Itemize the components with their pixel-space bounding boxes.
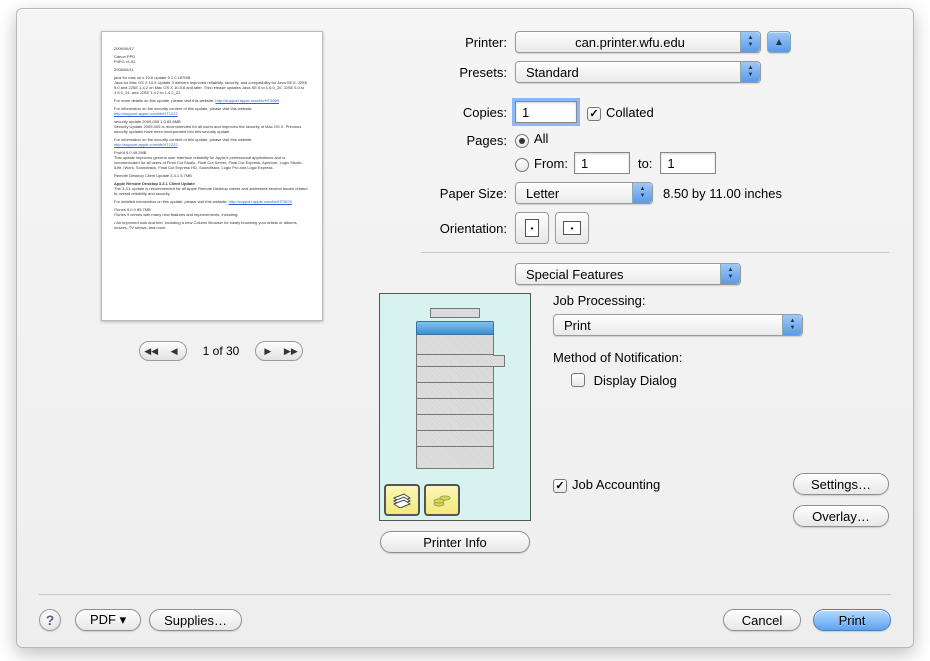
orientation-label: Orientation: — [421, 221, 515, 236]
collapse-toggle-button[interactable]: ▲ — [767, 31, 791, 53]
preview-page: 2006/06/17 Canon PPDPriPG v1.81 2006/06/… — [101, 31, 323, 321]
preview-next-last[interactable]: ▶▶▶ — [255, 341, 303, 361]
preview-page-indicator: 1 of 30 — [203, 344, 240, 358]
display-dialog-label: Display Dialog — [594, 373, 677, 388]
orientation-portrait-button[interactable] — [515, 212, 549, 244]
collated-checkbox[interactable] — [587, 107, 601, 121]
display-dialog-checkbox[interactable] — [571, 373, 585, 387]
paper-stack-icon — [384, 484, 420, 516]
job-processing-select[interactable]: Print — [553, 314, 803, 336]
coins-icon — [424, 484, 460, 516]
pages-all-radio[interactable] — [515, 134, 529, 148]
options-panel-value: Special Features — [526, 267, 624, 282]
preview-pane: 2006/06/17 Canon PPDPriPG v1.81 2006/06/… — [41, 31, 381, 553]
pages-to-input[interactable] — [660, 152, 716, 174]
chevron-updown-icon — [720, 264, 740, 284]
orientation-landscape-button[interactable] — [555, 212, 589, 244]
paper-size-select[interactable]: Letter — [515, 182, 653, 204]
landscape-icon — [563, 221, 581, 235]
chevron-updown-icon — [740, 62, 760, 82]
preview-first-prev[interactable]: ◀◀◀ — [139, 341, 187, 361]
chevron-updown-icon — [782, 315, 802, 335]
printer-label: Printer: — [421, 35, 515, 50]
printer-illustration — [379, 293, 531, 521]
copies-label: Copies: — [421, 105, 515, 120]
copies-input[interactable] — [515, 101, 577, 123]
collated-label: Collated — [606, 105, 654, 120]
presets-value: Standard — [526, 65, 579, 80]
pages-from-label: From: — [534, 156, 568, 171]
chevron-updown-icon — [632, 183, 652, 203]
job-processing-value: Print — [564, 318, 591, 333]
printer-select[interactable]: can.printer.wfu.edu — [515, 31, 761, 53]
job-processing-label: Job Processing: — [553, 293, 889, 308]
options-panel-select[interactable]: Special Features — [515, 263, 741, 285]
pages-to-label: to: — [638, 156, 652, 171]
print-button[interactable]: Print — [813, 609, 891, 631]
printer-value: can.printer.wfu.edu — [575, 35, 685, 50]
job-accounting-label: Job Accounting — [572, 477, 660, 492]
printer-info-button[interactable]: Printer Info — [380, 531, 530, 553]
settings-button[interactable]: Settings… — [793, 473, 889, 495]
pdf-menu-button[interactable]: PDF ▾ — [75, 609, 141, 631]
cancel-button[interactable]: Cancel — [723, 609, 801, 631]
presets-select[interactable]: Standard — [515, 61, 761, 83]
section-divider — [421, 252, 889, 253]
overlay-button[interactable]: Overlay… — [793, 505, 889, 527]
pages-range-radio[interactable] — [515, 158, 529, 172]
footer-divider — [39, 594, 891, 595]
notification-method-label: Method of Notification: — [553, 350, 889, 365]
paper-dimensions: 8.50 by 11.00 inches — [663, 186, 782, 201]
print-dialog: 2006/06/17 Canon PPDPriPG v1.81 2006/06/… — [16, 8, 914, 648]
paper-size-value: Letter — [526, 186, 559, 201]
pages-all-label: All — [534, 131, 548, 146]
preview-nav: ◀◀◀ 1 of 30 ▶▶▶ — [71, 341, 371, 361]
pages-label: Pages: — [421, 131, 515, 148]
pages-from-input[interactable] — [574, 152, 630, 174]
paper-size-label: Paper Size: — [421, 186, 515, 201]
supplies-button[interactable]: Supplies… — [149, 609, 242, 631]
chevron-updown-icon — [740, 32, 760, 52]
job-accounting-checkbox[interactable] — [553, 479, 567, 493]
portrait-icon — [525, 219, 539, 237]
help-button[interactable]: ? — [39, 609, 61, 631]
presets-label: Presets: — [421, 65, 515, 80]
